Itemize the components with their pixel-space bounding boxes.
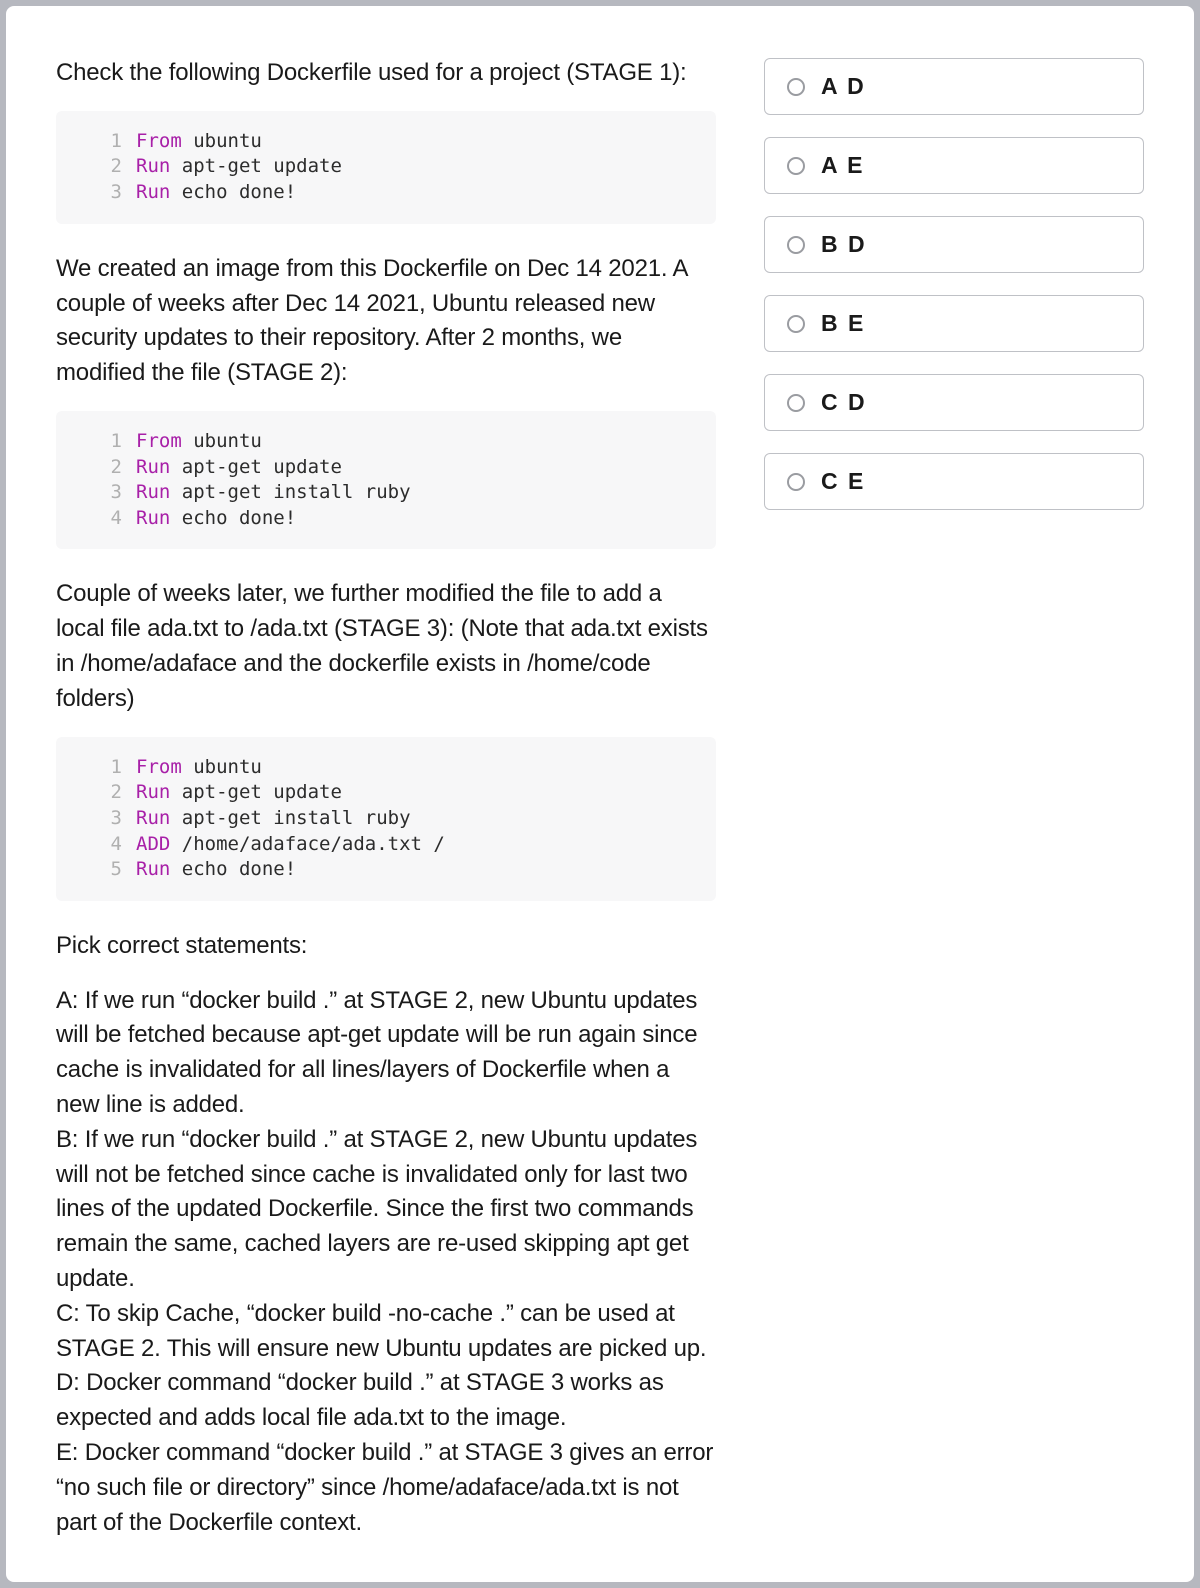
option-cd[interactable]: C D	[764, 374, 1144, 431]
code-text: echo done!	[170, 858, 296, 880]
radio-icon	[787, 236, 805, 254]
code-line: 1 From ubuntu	[98, 755, 698, 781]
code-keyword: ADD	[136, 833, 170, 855]
code-line: 4 ADD /home/adaface/ada.txt /	[98, 832, 698, 858]
line-number: 3	[98, 480, 122, 506]
statement-d: D: Docker command “docker build .” at ST…	[56, 1366, 716, 1436]
question-body: Check the following Dockerfile used for …	[56, 56, 716, 1532]
code-keyword: From	[136, 430, 182, 452]
code-keyword: From	[136, 756, 182, 778]
code-line: 1 From ubuntu	[98, 129, 698, 155]
code-line: 2 Run apt-get update	[98, 154, 698, 180]
option-bd[interactable]: B D	[764, 216, 1144, 273]
line-number: 2	[98, 455, 122, 481]
line-number: 1	[98, 429, 122, 455]
code-text: /home/adaface/ada.txt /	[170, 833, 445, 855]
code-stage-1: 1 From ubuntu 2 Run apt-get update 3 Run ec…	[56, 111, 716, 224]
code-keyword: Run	[136, 155, 170, 177]
code-keyword: Run	[136, 807, 170, 829]
code-line: 3 Run apt-get install ruby	[98, 806, 698, 832]
code-text: ubuntu	[182, 756, 262, 778]
line-number: 2	[98, 154, 122, 180]
statement-c: C: To skip Cache, “docker build -no-cach…	[56, 1297, 716, 1367]
statement-b: B: If we run “docker build .” at STAGE 2…	[56, 1123, 716, 1297]
option-be[interactable]: B E	[764, 295, 1144, 352]
code-text: echo done!	[170, 507, 296, 529]
code-keyword: Run	[136, 507, 170, 529]
option-ce[interactable]: C E	[764, 453, 1144, 510]
para-stage-2: We created an image from this Dockerfile…	[56, 252, 716, 391]
line-number: 5	[98, 857, 122, 883]
option-label: C D	[821, 389, 867, 416]
line-number: 4	[98, 832, 122, 858]
line-number: 1	[98, 755, 122, 781]
option-ae[interactable]: A E	[764, 137, 1144, 194]
code-text: echo done!	[170, 181, 296, 203]
code-line: 1 From ubuntu	[98, 429, 698, 455]
code-keyword: Run	[136, 181, 170, 203]
radio-icon	[787, 473, 805, 491]
line-number: 4	[98, 506, 122, 532]
code-keyword: From	[136, 130, 182, 152]
option-label: B E	[821, 310, 865, 337]
option-ad[interactable]: A D	[764, 58, 1144, 115]
radio-icon	[787, 394, 805, 412]
code-line: 2 Run apt-get update	[98, 455, 698, 481]
code-text: ubuntu	[182, 430, 262, 452]
answer-options: A D A E B D B E C D C E	[764, 56, 1144, 1532]
line-number: 2	[98, 780, 122, 806]
code-line: 4 Run echo done!	[98, 506, 698, 532]
pick-label: Pick correct statements:	[56, 929, 716, 964]
radio-icon	[787, 78, 805, 96]
code-text: apt-get install ruby	[170, 807, 410, 829]
code-text: apt-get install ruby	[170, 481, 410, 503]
code-line: 5 Run echo done!	[98, 857, 698, 883]
option-label: A E	[821, 152, 865, 179]
code-line: 3 Run echo done!	[98, 180, 698, 206]
option-label: A D	[821, 73, 866, 100]
para-stage-3: Couple of weeks later, we further modifi…	[56, 577, 716, 716]
code-keyword: Run	[136, 781, 170, 803]
code-text: apt-get update	[170, 155, 342, 177]
code-text: apt-get update	[170, 456, 342, 478]
code-line: 3 Run apt-get install ruby	[98, 480, 698, 506]
statement-e: E: Docker command “docker build .” at ST…	[56, 1436, 716, 1540]
option-label: C E	[821, 468, 865, 495]
code-keyword: Run	[136, 858, 170, 880]
line-number: 3	[98, 806, 122, 832]
option-label: B D	[821, 231, 867, 258]
line-number: 3	[98, 180, 122, 206]
code-text: apt-get update	[170, 781, 342, 803]
code-stage-2: 1 From ubuntu 2 Run apt-get update 3 Run ap…	[56, 411, 716, 550]
intro-text: Check the following Dockerfile used for …	[56, 56, 716, 91]
line-number: 1	[98, 129, 122, 155]
code-keyword: Run	[136, 456, 170, 478]
code-text: ubuntu	[182, 130, 262, 152]
statements: A: If we run “docker build .” at STAGE 2…	[56, 984, 716, 1541]
radio-icon	[787, 315, 805, 333]
question-card: Check the following Dockerfile used for …	[6, 6, 1194, 1582]
code-stage-3: 1 From ubuntu 2 Run apt-get update 3 Run ap…	[56, 737, 716, 901]
statement-a: A: If we run “docker build .” at STAGE 2…	[56, 984, 716, 1123]
code-line: 2 Run apt-get update	[98, 780, 698, 806]
code-keyword: Run	[136, 481, 170, 503]
radio-icon	[787, 157, 805, 175]
